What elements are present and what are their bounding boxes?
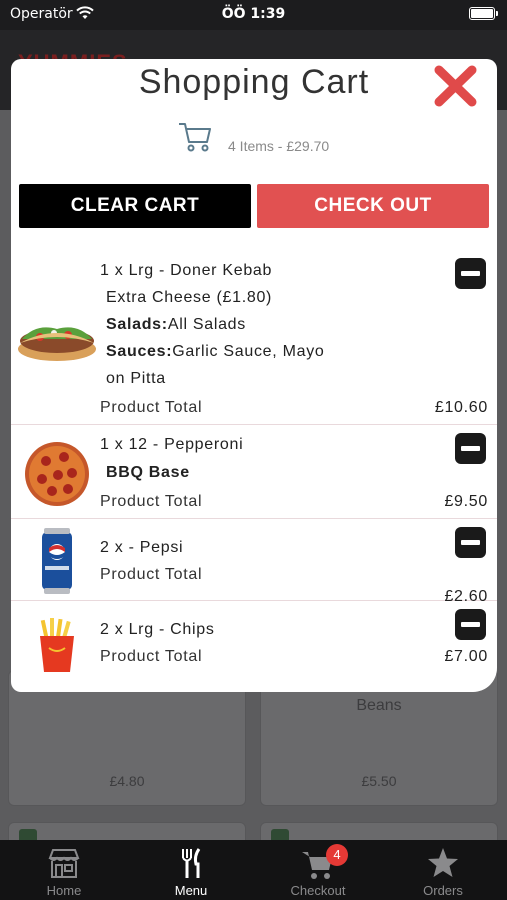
item-sauces: Sauces:Garlic Sauce, Mayo — [106, 343, 325, 361]
menu-card-price: £5.50 — [361, 773, 397, 789]
item-name: 2 x - Pepsi — [100, 539, 184, 556]
tab-label: Checkout — [290, 883, 346, 898]
tab-orders[interactable]: Orders — [393, 840, 493, 900]
modal-title: Shopping Cart — [138, 63, 370, 101]
close-icon[interactable] — [431, 61, 481, 111]
tab-label: Menu — [174, 883, 208, 898]
remove-item-button[interactable] — [455, 258, 486, 289]
tab-menu[interactable]: Menu — [141, 840, 241, 900]
item-option: Extra Cheese (£1.80) — [106, 289, 273, 306]
menu-card-name: Beans — [356, 697, 402, 714]
clock: ÖÖ 1:39 — [221, 6, 286, 22]
checkout-count-badge: 4 — [326, 844, 348, 866]
product-total-label: Product Total — [100, 493, 203, 510]
tab-label: Home — [46, 883, 82, 898]
battery-icon — [469, 7, 498, 20]
item-name: 2 x Lrg - Chips — [100, 621, 215, 638]
sauces-value: Garlic Sauce, Mayo — [172, 343, 325, 360]
item-salads: Salads:All Salads — [106, 316, 246, 334]
remove-item-button[interactable] — [455, 609, 486, 640]
doner-kebab-image — [18, 327, 96, 361]
item-option: BBQ Base — [106, 464, 190, 481]
cart-icon — [179, 123, 211, 152]
pepsi-can-image — [42, 528, 72, 594]
cart-item: 2 x - Pepsi Product Total £2.60 — [11, 519, 497, 605]
menu-card-price: £4.80 — [109, 773, 145, 789]
remove-item-button[interactable] — [455, 433, 486, 464]
item-option: on Pitta — [106, 370, 166, 387]
cutlery-icon — [182, 848, 201, 878]
product-total-label: Product Total — [100, 566, 203, 583]
cart-summary: 4 Items - £29.70 — [228, 138, 330, 154]
cart-item: 1 x 12 - Pepperoni BBQ Base Product Tota… — [11, 425, 497, 519]
tab-label: Orders — [423, 883, 463, 898]
item-name: 1 x 12 - Pepperoni — [100, 436, 244, 453]
shopping-cart-modal: Shopping Cart 4 Items - £29.70 CLEAR CAR… — [11, 59, 497, 692]
tab-home[interactable]: Home — [14, 840, 114, 900]
salads-value: All Salads — [167, 316, 246, 333]
sauces-label: Sauces: — [106, 343, 173, 360]
chips-image — [40, 618, 74, 672]
cart-item: 1 x Lrg - Doner Kebab Extra Cheese (£1.8… — [11, 247, 497, 425]
pepperoni-pizza-image — [25, 442, 89, 506]
remove-item-button[interactable] — [455, 527, 486, 558]
status-bar: Operatör ÖÖ 1:39 — [0, 0, 507, 30]
item-name: 1 x Lrg - Doner Kebab — [100, 262, 273, 279]
checkout-button[interactable]: CHECK OUT — [257, 184, 489, 228]
product-total-label: Product Total — [100, 399, 203, 416]
salads-label: Salads: — [106, 316, 168, 333]
store-icon — [48, 849, 80, 878]
tab-bar: Home Menu 4 Checkout Orders — [0, 840, 507, 900]
product-total-price: £9.50 — [444, 493, 488, 510]
product-total-label: Product Total — [100, 648, 203, 665]
clear-cart-button[interactable]: CLEAR CART — [19, 184, 251, 228]
product-total-price: £7.00 — [444, 648, 488, 665]
star-icon — [428, 848, 458, 877]
cart-item: 2 x Lrg - Chips Product Total £7.00 — [11, 601, 497, 692]
product-total-price: £10.60 — [434, 399, 488, 416]
tab-checkout[interactable]: 4 Checkout — [268, 840, 368, 900]
